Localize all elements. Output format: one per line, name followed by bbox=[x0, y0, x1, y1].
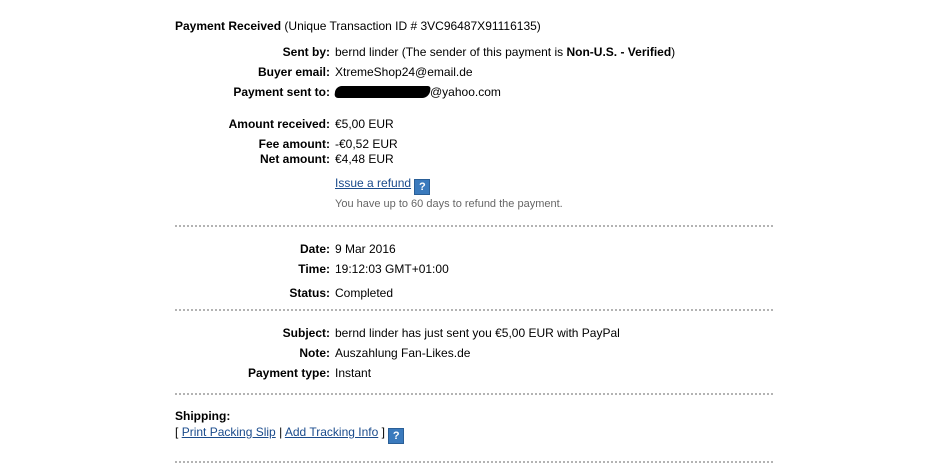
subject-row: Subject: bernd linder has just sent you … bbox=[175, 325, 775, 341]
time-row: Time: 19:12:03 GMT+01:00 bbox=[175, 261, 775, 277]
transaction-id: (Unique Transaction ID # 3VC96487X911161… bbox=[284, 19, 541, 33]
payment-sent-to-label: Payment sent to: bbox=[233, 85, 330, 99]
issue-refund-link[interactable]: Issue a refund bbox=[335, 176, 411, 190]
amount-received-value: €5,00 EUR bbox=[335, 117, 394, 131]
shipping-links: [ Print Packing Slip | Add Tracking Info… bbox=[175, 425, 405, 444]
divider bbox=[175, 309, 773, 311]
buyer-email-value: XtremeShop24@email.de bbox=[335, 65, 473, 79]
net-amount-label: Net amount: bbox=[260, 152, 330, 166]
refund-actions: Issue a refund ? bbox=[335, 175, 431, 195]
status-value: Completed bbox=[335, 286, 394, 300]
sent-by-row: Sent by: bernd linder (The sender of thi… bbox=[175, 44, 775, 60]
sender-name: bernd linder bbox=[335, 45, 399, 59]
divider bbox=[175, 225, 773, 227]
redaction-mark bbox=[334, 86, 431, 98]
note-row: Note: Auszahlung Fan-Likes.de bbox=[175, 345, 775, 361]
refund-note: You have up to 60 days to refund the pay… bbox=[335, 198, 563, 210]
print-packing-slip-link[interactable]: Print Packing Slip bbox=[182, 425, 276, 439]
sender-verification-status: Non-U.S. - Verified bbox=[566, 45, 672, 59]
fee-amount-value: -€0,52 EUR bbox=[335, 137, 398, 151]
date-value: 9 Mar 2016 bbox=[335, 242, 396, 256]
date-label: Date: bbox=[299, 242, 330, 256]
page-title: Payment Received bbox=[175, 19, 282, 33]
help-icon[interactable]: ? bbox=[414, 179, 431, 195]
note-label: Note: bbox=[299, 346, 330, 360]
sender-status-post: ) bbox=[671, 45, 676, 59]
close-bracket: ] bbox=[381, 425, 385, 439]
sent-by-value: bernd linder (The sender of this payment… bbox=[335, 44, 675, 60]
recipient-email-domain: @yahoo.com bbox=[430, 85, 501, 99]
fee-amount-row: Fee amount: -€0,52 EUR bbox=[175, 136, 775, 152]
refund-row: Issue a refund ? bbox=[175, 175, 775, 195]
help-icon[interactable]: ? bbox=[388, 428, 405, 444]
buyer-email-label: Buyer email: bbox=[257, 65, 330, 79]
net-amount-row: Net amount: €4,48 EUR bbox=[175, 151, 775, 167]
time-value: 19:12:03 GMT+01:00 bbox=[335, 262, 449, 276]
payment-type-value: Instant bbox=[335, 366, 372, 380]
net-amount-value: €4,48 EUR bbox=[335, 152, 394, 166]
payment-type-label: Payment type: bbox=[247, 366, 330, 380]
payment-sent-to-row: Payment sent to: @yahoo.com bbox=[175, 84, 775, 100]
payment-header: Payment Received (Unique Transaction ID … bbox=[175, 19, 541, 33]
payment-sent-to-value: @yahoo.com bbox=[334, 84, 501, 100]
shipping-title: Shipping: bbox=[175, 409, 231, 423]
link-separator: | bbox=[279, 425, 283, 439]
divider bbox=[175, 461, 773, 463]
date-row: Date: 9 Mar 2016 bbox=[175, 241, 775, 257]
subject-value: bernd linder has just sent you €5,00 EUR… bbox=[335, 326, 620, 340]
sender-status-pre: (The sender of this payment is bbox=[401, 45, 564, 59]
add-tracking-info-link[interactable]: Add Tracking Info bbox=[285, 425, 378, 439]
payment-type-row: Payment type: Instant bbox=[175, 365, 775, 381]
open-bracket: [ bbox=[175, 425, 179, 439]
sent-by-label: Sent by: bbox=[282, 45, 330, 59]
status-row: Status: Completed bbox=[175, 285, 775, 301]
subject-label: Subject: bbox=[282, 326, 330, 340]
divider bbox=[175, 393, 773, 395]
amount-received-row: Amount received: €5,00 EUR bbox=[175, 116, 775, 132]
status-label: Status: bbox=[289, 286, 330, 300]
note-value: Auszahlung Fan-Likes.de bbox=[335, 346, 471, 360]
buyer-email-row: Buyer email: XtremeShop24@email.de bbox=[175, 64, 775, 80]
amount-received-label: Amount received: bbox=[228, 117, 330, 131]
time-label: Time: bbox=[298, 262, 330, 276]
fee-amount-label: Fee amount: bbox=[258, 137, 330, 151]
